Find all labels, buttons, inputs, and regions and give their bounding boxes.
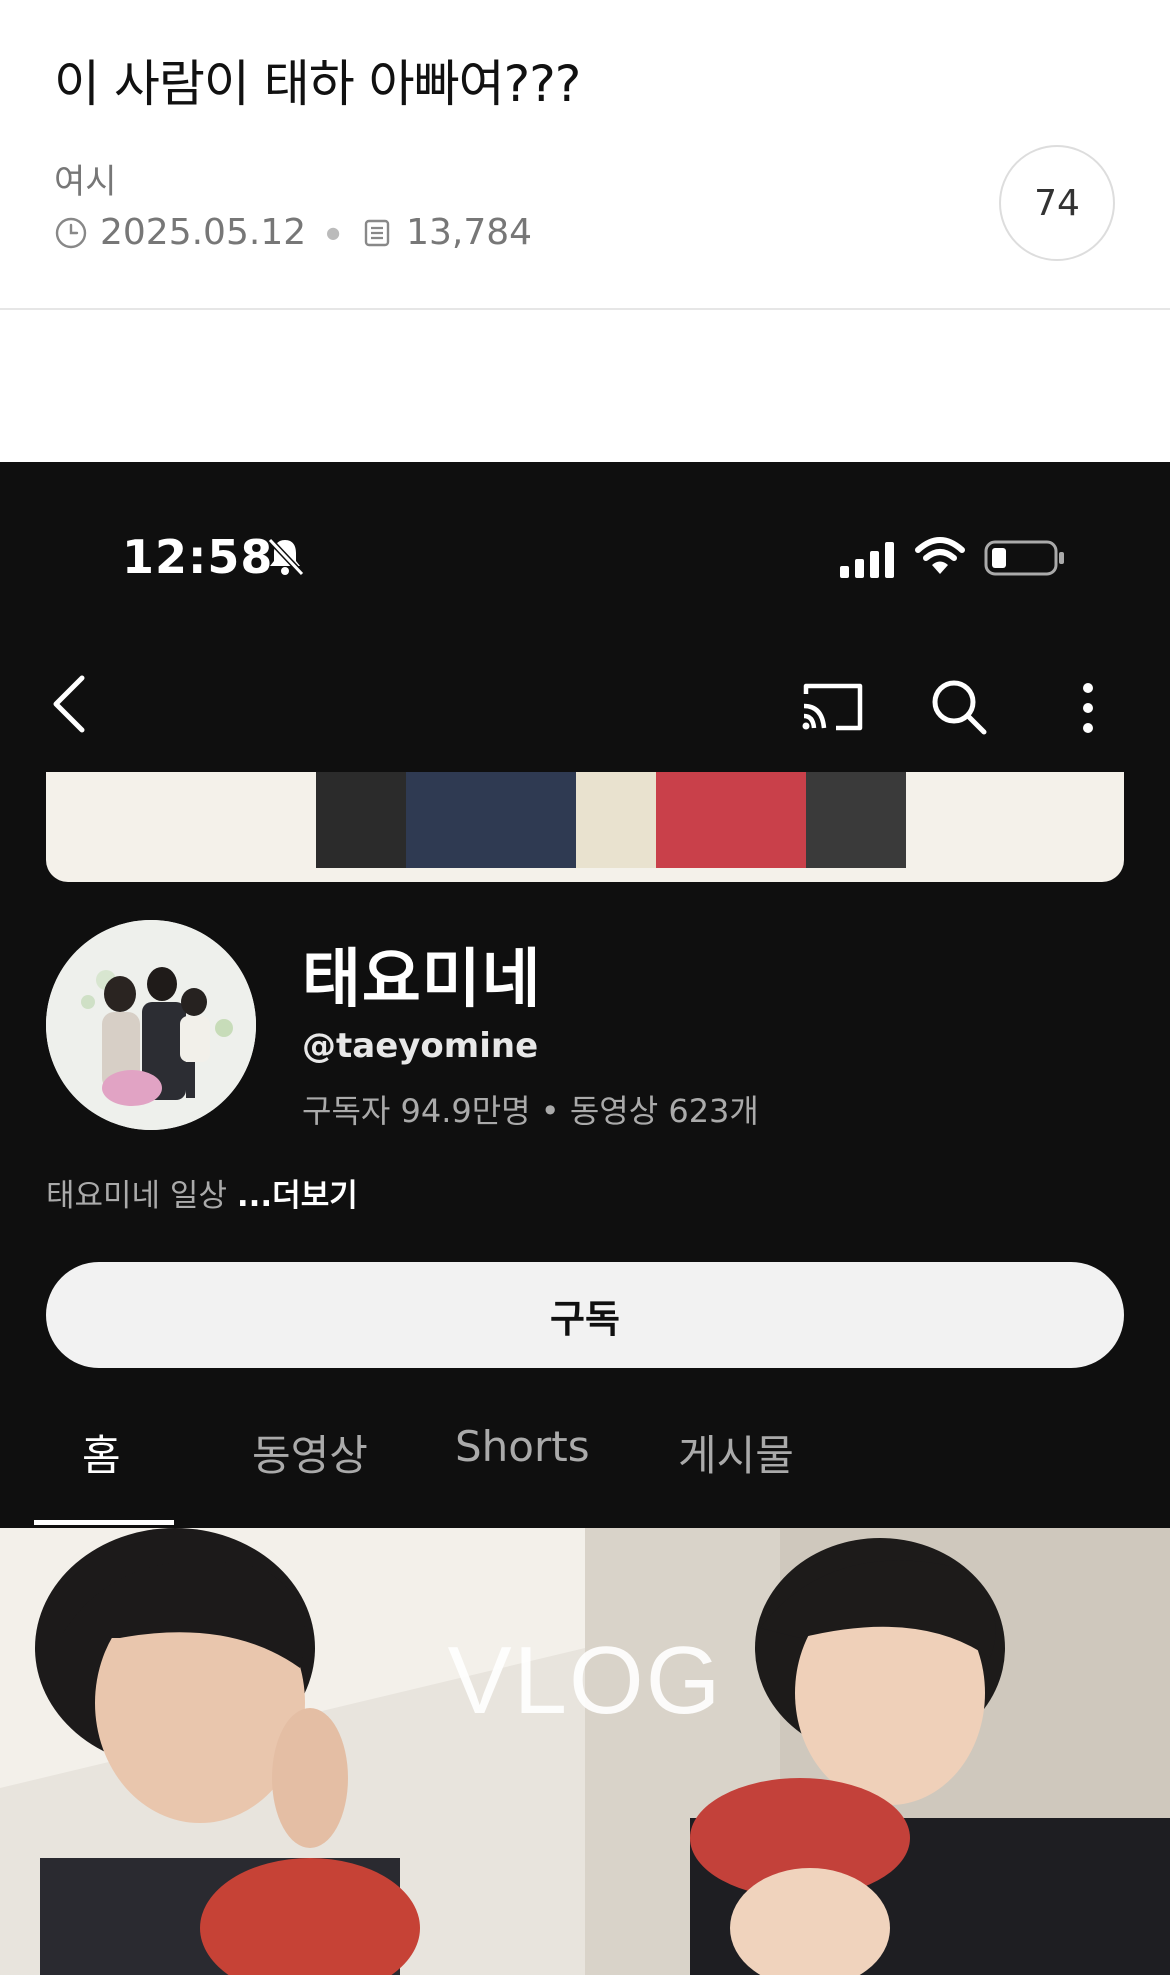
cellular-signal-icon <box>840 542 894 578</box>
post-author[interactable]: 여시 <box>54 154 117 203</box>
tab-posts[interactable]: 게시물 <box>678 1422 794 1483</box>
embedded-screenshot: 12:58 태요미네 @taeyomine 구독자 94.9만명 • 동영상 6… <box>0 462 1170 1975</box>
post-views: 13,784 <box>406 212 533 253</box>
cast-icon[interactable] <box>800 680 866 734</box>
channel-description-text: 태요미네 일상 <box>46 1178 227 1214</box>
channel-tabs: 홈 동영상 Shorts 게시물 <box>0 1422 1170 1512</box>
meta-separator: ● <box>326 223 341 242</box>
active-tab-indicator <box>34 1520 174 1525</box>
divider <box>0 308 1170 310</box>
channel-banner <box>46 772 1124 882</box>
search-icon[interactable] <box>928 676 990 738</box>
video-thumbnail[interactable]: VLOG <box>0 1528 1170 1975</box>
post-title: 이 사람이 태하 아빠여??? <box>54 55 581 113</box>
status-time: 12:58 <box>122 530 274 584</box>
view-count-icon <box>364 219 390 246</box>
channel-handle: @taeyomine <box>302 1026 539 1066</box>
tab-videos[interactable]: 동영상 <box>252 1422 368 1483</box>
comment-count-button[interactable]: 74 <box>999 145 1115 261</box>
thumbnail-title: VLOG <box>447 1627 723 1734</box>
post-meta: 2025.05.12 ● 13,784 <box>54 212 532 253</box>
battery-icon <box>984 540 1064 576</box>
back-arrow-icon[interactable] <box>46 672 96 736</box>
channel-description[interactable]: 태요미네 일상 ...더보기 <box>46 1170 358 1215</box>
wifi-icon <box>915 537 965 574</box>
thumbnail-image <box>0 1528 1170 1975</box>
banner-photo <box>656 772 806 868</box>
subscribe-button[interactable]: 구독 <box>46 1262 1124 1368</box>
banner-photo <box>806 772 906 868</box>
clock-icon <box>55 217 87 248</box>
banner-photo <box>576 772 656 868</box>
post-date: 2025.05.12 <box>100 212 307 253</box>
channel-name: 태요미네 <box>302 943 542 1017</box>
post-header: 이 사람이 태하 아빠여??? 여시 2025.05.12 ● 13,784 7… <box>0 0 1170 310</box>
channel-stats: 구독자 94.9만명 • 동영상 623개 <box>302 1092 759 1130</box>
banner-photo <box>406 772 576 868</box>
bell-muted-icon <box>267 537 305 577</box>
banner-photo <box>316 772 406 868</box>
tab-shorts[interactable]: Shorts <box>455 1422 590 1471</box>
channel-avatar[interactable] <box>46 920 256 1130</box>
tab-home[interactable]: 홈 <box>82 1422 121 1483</box>
more-link[interactable]: ...더보기 <box>237 1178 358 1214</box>
more-options-icon[interactable] <box>1070 678 1106 738</box>
